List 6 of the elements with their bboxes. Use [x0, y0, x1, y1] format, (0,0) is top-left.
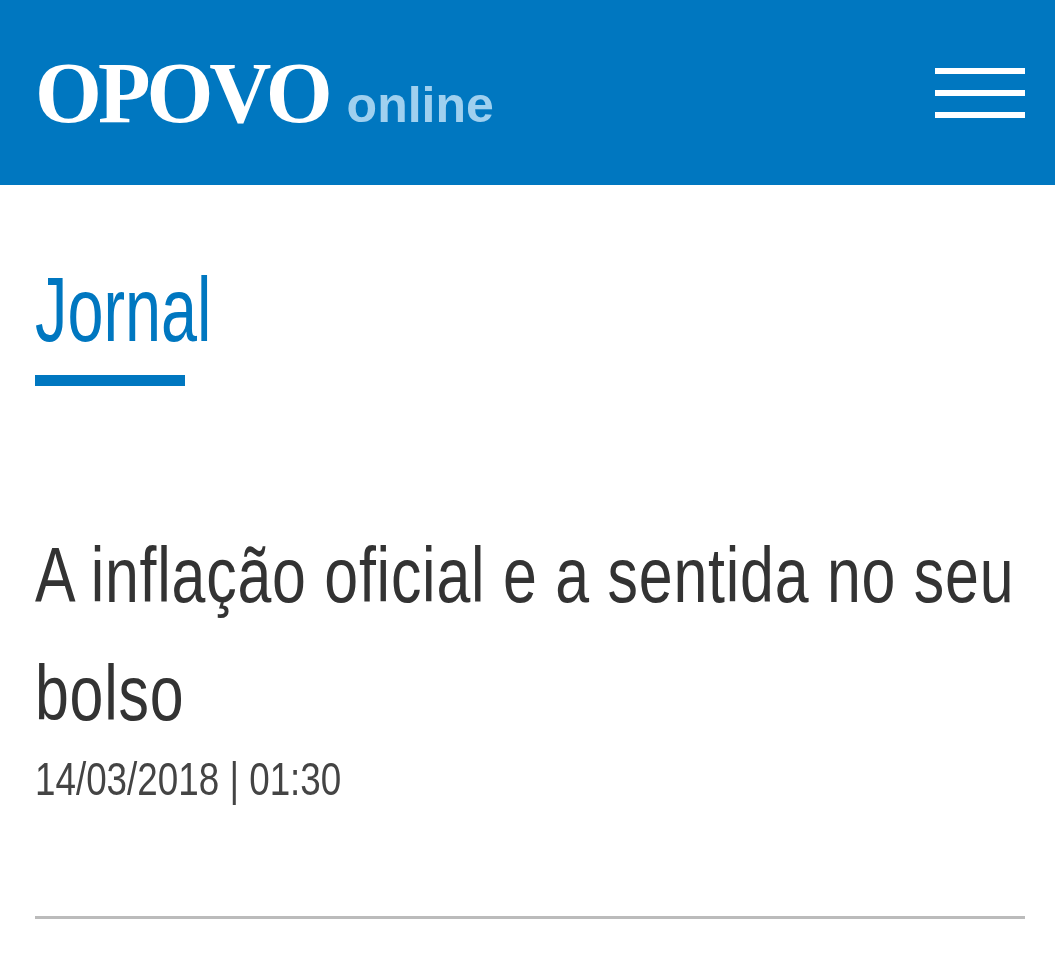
logo[interactable]: OPOVO [35, 49, 329, 136]
article-date: 14/03/2018 | 01:30 [35, 752, 342, 806]
logo-suffix: online [346, 79, 494, 130]
section-title: Jornal [35, 265, 212, 355]
article-headline: A inflação oficial e a sentida no seu bolso [35, 530, 1016, 739]
menu-icon[interactable] [935, 67, 1025, 118]
